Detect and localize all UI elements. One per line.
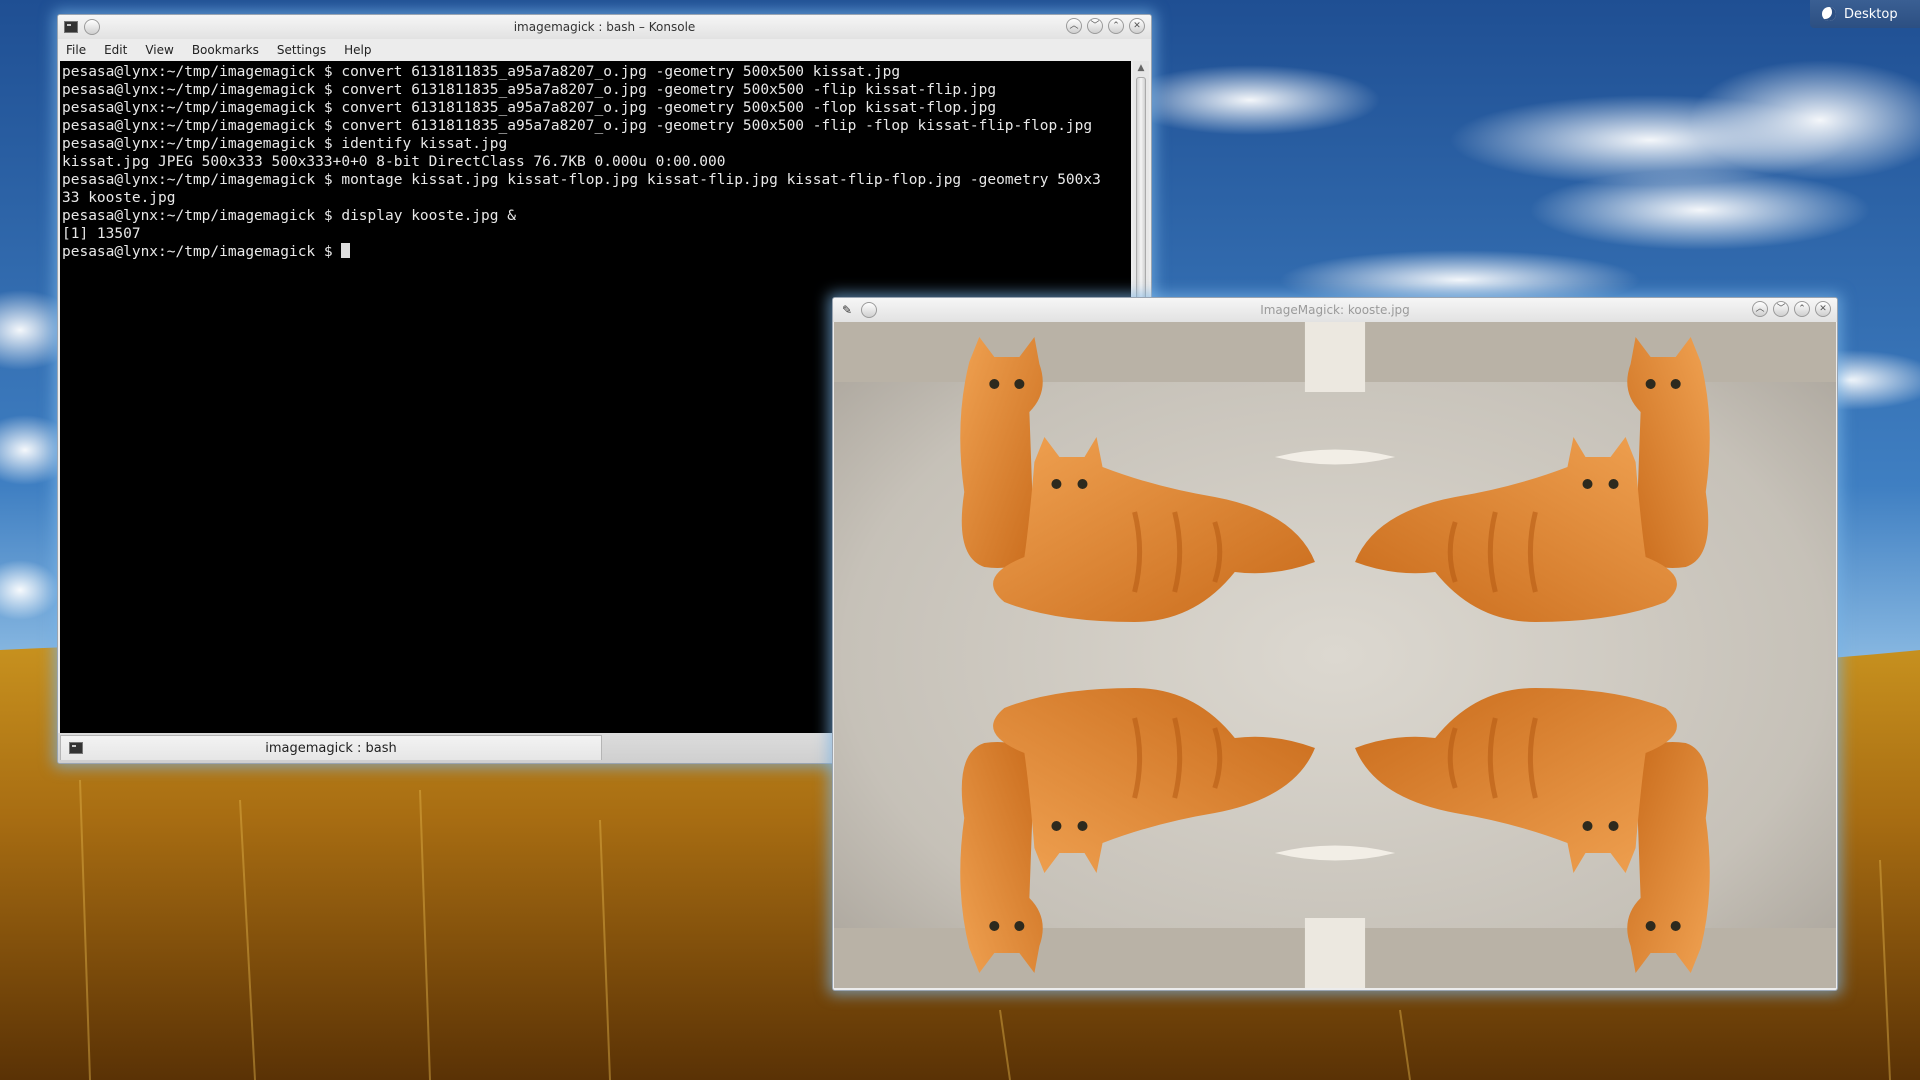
terminal-line: pesasa@lynx:~/tmp/imagemagick $ convert … xyxy=(62,118,1093,134)
terminal-line: pesasa@lynx:~/tmp/imagemagick $ identify… xyxy=(62,136,508,152)
menu-file[interactable]: File xyxy=(66,43,96,57)
terminal-line: [1] 13507 xyxy=(62,226,141,242)
menu-settings[interactable]: Settings xyxy=(277,43,336,57)
menu-help[interactable]: Help xyxy=(344,43,381,57)
terminal-prompt-line: pesasa@lynx:~/tmp/imagemagick $ xyxy=(62,243,1131,261)
display-title: ImageMagick: kooste.jpg xyxy=(1260,303,1410,317)
terminal-line: kissat.jpg JPEG 500x333 500x333+0+0 8-bi… xyxy=(62,154,726,170)
close-button[interactable]: ✕ xyxy=(1815,301,1831,317)
imagemagick-app-icon[interactable]: ✎ xyxy=(839,302,855,318)
close-icon: ✕ xyxy=(1819,303,1827,314)
desktop-button-label: Desktop xyxy=(1844,6,1898,22)
minimize-button[interactable]: ﹀ xyxy=(1087,18,1103,34)
konsole-menubar: File Edit View Bookmarks Settings Help xyxy=(58,39,1151,61)
tab-label: imagemagick : bash xyxy=(265,740,397,756)
terminal-line: pesasa@lynx:~/tmp/imagemagick $ montage … xyxy=(62,172,1101,188)
keep-above-button[interactable]: ︿ xyxy=(1066,18,1082,34)
terminal-cursor xyxy=(341,243,351,258)
terminal-app-icon[interactable] xyxy=(64,21,78,33)
chevron-up-icon: ︿ xyxy=(1755,303,1765,314)
scroll-up-arrow-icon[interactable]: ▲ xyxy=(1133,61,1149,75)
terminal-line: pesasa@lynx:~/tmp/imagemagick $ convert … xyxy=(62,82,997,98)
maximize-button[interactable]: ⌃ xyxy=(1794,301,1810,317)
menu-edit[interactable]: Edit xyxy=(104,43,137,57)
konsole-title: imagemagick : bash – Konsole xyxy=(513,20,696,34)
imagemagick-display-window[interactable]: ✎ ImageMagick: kooste.jpg ︿ ﹀ ⌃ ✕ xyxy=(832,297,1838,991)
keep-above-button[interactable]: ︿ xyxy=(1752,301,1768,317)
terminal-line: pesasa@lynx:~/tmp/imagemagick $ display … xyxy=(62,208,516,224)
chevron-down-icon: ﹀ xyxy=(1776,303,1786,314)
terminal-line: pesasa@lynx:~/tmp/imagemagick $ convert … xyxy=(62,100,997,116)
tab-bash[interactable]: imagemagick : bash xyxy=(60,735,602,760)
terminal-line: pesasa@lynx:~/tmp/imagemagick $ convert … xyxy=(62,64,901,80)
close-icon: ✕ xyxy=(1133,20,1141,31)
menu-bookmarks[interactable]: Bookmarks xyxy=(192,43,269,57)
terminal-prompt: pesasa@lynx:~/tmp/imagemagick $ xyxy=(62,244,342,260)
window-menu-button[interactable] xyxy=(861,302,877,318)
maximize-button[interactable]: ⌃ xyxy=(1108,18,1124,34)
terminal-tab-icon xyxy=(69,742,83,754)
chevron-up-icon: ︿ xyxy=(1069,20,1079,31)
desktop-button[interactable]: Desktop xyxy=(1810,0,1920,28)
chevron-down-icon: ﹀ xyxy=(1090,20,1100,31)
menu-view[interactable]: View xyxy=(145,43,183,57)
window-menu-button[interactable] xyxy=(84,19,100,35)
montage-image[interactable] xyxy=(834,322,1836,988)
terminal-line: 33 kooste.jpg xyxy=(62,190,176,206)
close-button[interactable]: ✕ xyxy=(1129,18,1145,34)
maximize-icon: ⌃ xyxy=(1112,20,1120,31)
moon-icon xyxy=(1822,7,1836,21)
maximize-icon: ⌃ xyxy=(1798,303,1806,314)
minimize-button[interactable]: ﹀ xyxy=(1773,301,1789,317)
display-titlebar[interactable]: ✎ ImageMagick: kooste.jpg ︿ ﹀ ⌃ ✕ xyxy=(833,298,1837,322)
konsole-titlebar[interactable]: imagemagick : bash – Konsole ︿ ﹀ ⌃ ✕ xyxy=(58,15,1151,39)
